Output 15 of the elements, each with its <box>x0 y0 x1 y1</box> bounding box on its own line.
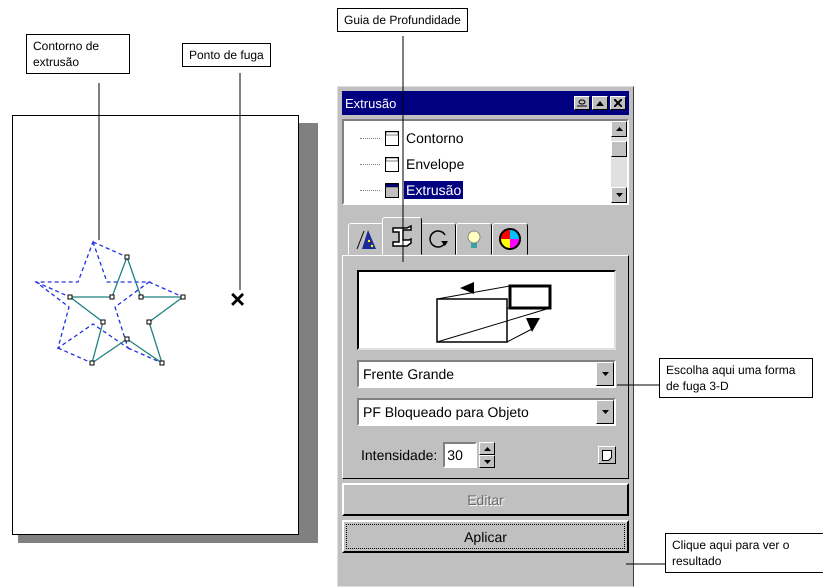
vanishing-point-mark: × <box>230 286 246 312</box>
callout-label: Escolha aqui uma forma de fuga 3-D <box>659 358 813 398</box>
dropdown[interactable]: PF Bloqueado para Objeto <box>357 398 616 426</box>
tree-item[interactable]: Contorno <box>404 129 466 147</box>
depth-input[interactable]: 30 <box>443 442 478 468</box>
dropdown[interactable]: Frente Grande <box>357 360 616 388</box>
callout-label: Contorno de extrusão <box>26 34 130 74</box>
action-button[interactable]: Aplicar <box>342 520 629 553</box>
window-title: Extrusão <box>345 96 398 110</box>
tree-item[interactable]: Extrusão <box>404 181 464 199</box>
callout-label: Ponto de fuga <box>182 43 271 67</box>
tree-item[interactable]: Envelope <box>404 155 466 173</box>
callout-label: Guia de Profundidade <box>337 8 468 32</box>
callout-label: Clique aqui para ver o resultado <box>665 533 823 573</box>
field-label: Intensidade: <box>361 447 438 463</box>
